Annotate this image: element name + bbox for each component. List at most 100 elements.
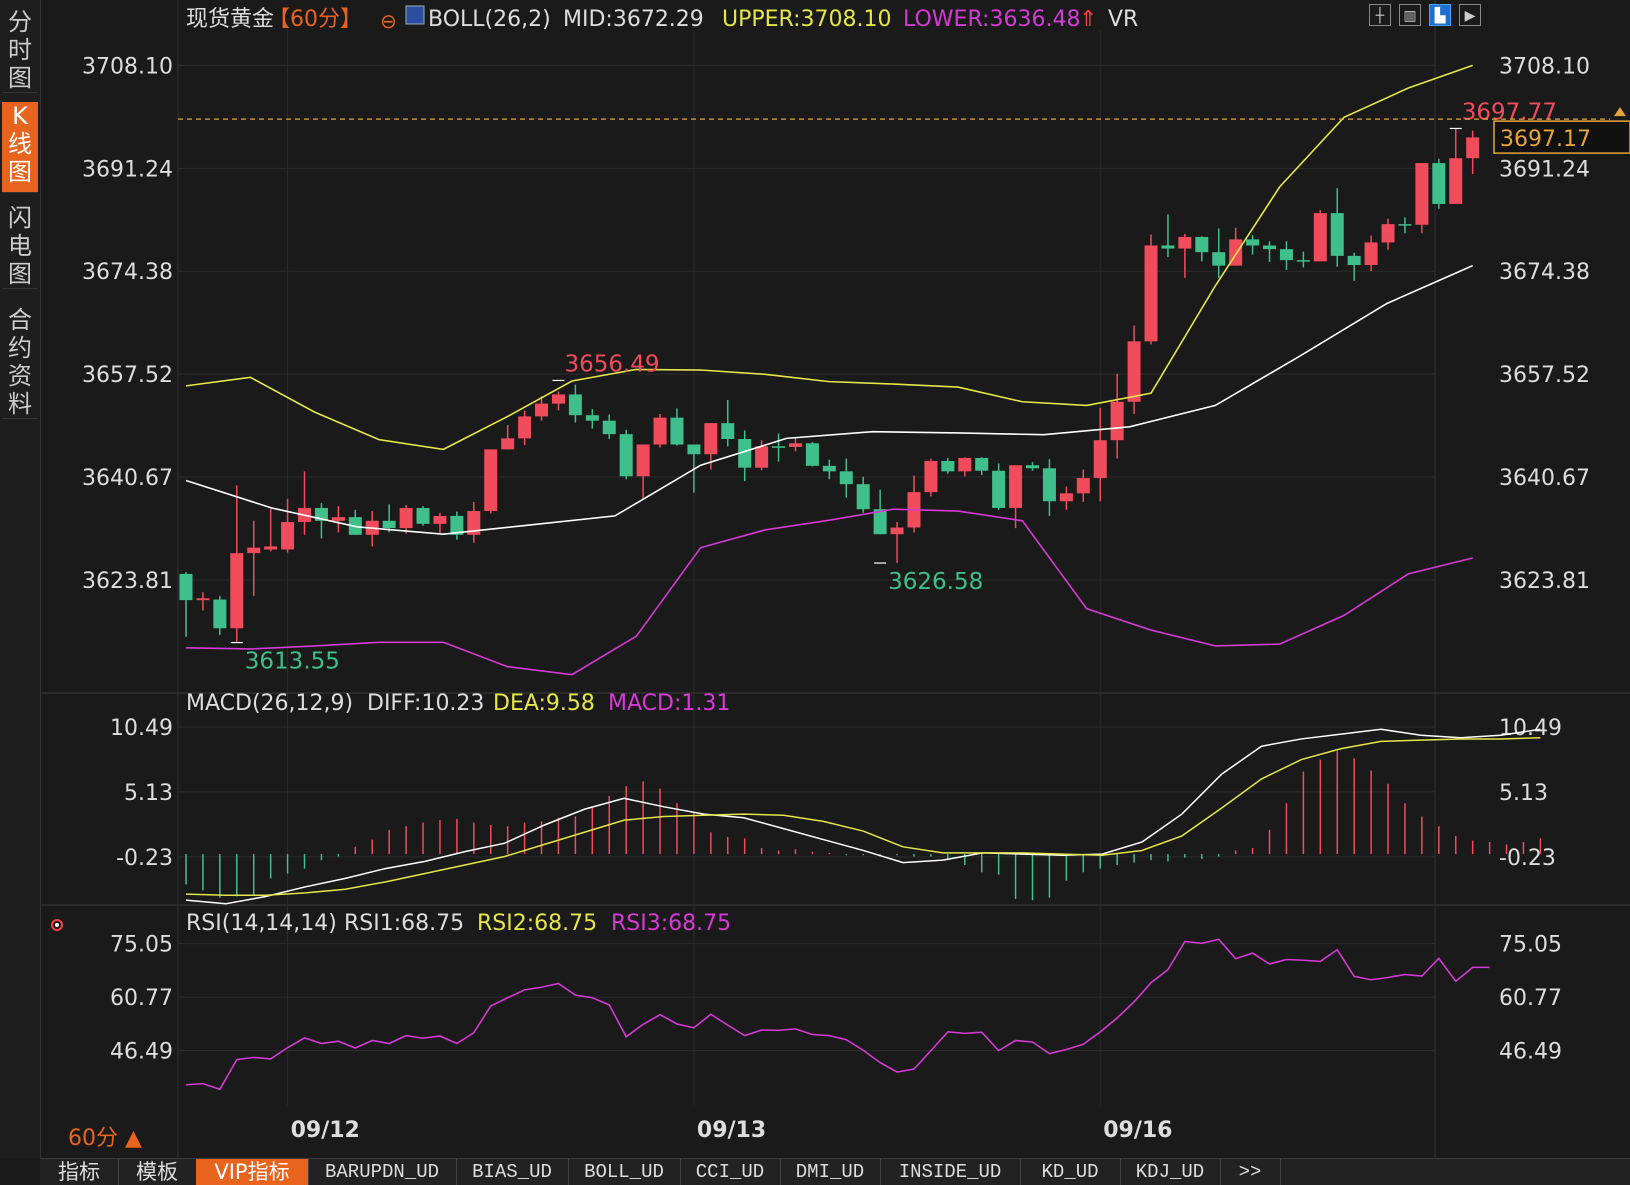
- price-arrow-icon: [1614, 107, 1626, 117]
- candle-body: [1364, 242, 1378, 266]
- bottom-tab-bias-ud[interactable]: BIAS_UD: [456, 1159, 569, 1185]
- bottom-tab-barupdn-ud[interactable]: BARUPDN_UD: [308, 1159, 457, 1185]
- rsi-title: RSI(14,14,14): [186, 911, 337, 936]
- candle-body: [1398, 224, 1412, 226]
- bottom-tab-cci-ud[interactable]: CCI_UD: [680, 1159, 781, 1185]
- bottom-tab-inside-ud[interactable]: INSIDE_UD: [880, 1159, 1021, 1185]
- bottom-tab-kd-ud[interactable]: KD_UD: [1020, 1159, 1121, 1185]
- macd-y-tick-right: -0.23: [1499, 846, 1556, 871]
- bottom-tab--[interactable]: >>: [1220, 1159, 1281, 1185]
- chart-type-icon[interactable]: ▙: [1429, 4, 1451, 26]
- status-indicator-dot: [55, 923, 59, 927]
- candle-body: [958, 457, 972, 472]
- kline-y-tick-right: 3674.38: [1499, 260, 1590, 285]
- candle-body: [535, 403, 549, 417]
- candle-body: [1347, 255, 1361, 266]
- candle-body: [179, 573, 193, 601]
- kline-y-tick-left: 3708.10: [82, 54, 173, 79]
- candle-body: [196, 598, 210, 601]
- next-icon[interactable]: ▶: [1459, 4, 1481, 26]
- boll-title: BOLL(26,2): [428, 7, 551, 32]
- candle-body: [1432, 163, 1446, 204]
- sidebar-tab-timeshare[interactable]: 分时图: [2, 8, 38, 93]
- candle-body: [1296, 260, 1310, 262]
- candle-body: [805, 443, 819, 466]
- last-price-value: 3697.17: [1500, 127, 1591, 152]
- candle-body: [230, 553, 244, 629]
- candle-body: [416, 507, 430, 524]
- price-annotation: 3656.49: [564, 351, 659, 377]
- vr-label: VR: [1108, 7, 1138, 32]
- candle-body: [975, 457, 989, 471]
- candle-body: [213, 599, 227, 629]
- candle-body: [1059, 493, 1073, 502]
- boll-lower-value: LOWER:3636.48: [903, 7, 1080, 32]
- candle-body: [1212, 252, 1226, 266]
- bottom-tab-boll-ud[interactable]: BOLL_UD: [568, 1159, 681, 1185]
- x-tick-label: 09/16: [1103, 1118, 1172, 1143]
- kline-y-tick-left: 3640.67: [82, 466, 173, 491]
- candle-body: [721, 423, 735, 439]
- candle-body: [772, 446, 786, 448]
- candle-body: [264, 546, 278, 550]
- candle-body: [670, 417, 684, 445]
- kline-y-tick-left: 3623.81: [82, 569, 173, 594]
- chart-canvas[interactable]: 09/12 09/13 09/16 3708.10 3708.10 3691.24 3691…: [0, 0, 1630, 1158]
- boll-upper-value: UPPER:3708.10: [722, 7, 892, 32]
- candle-body: [1195, 236, 1209, 253]
- candle-body: [1042, 468, 1056, 502]
- candle-body: [1127, 341, 1141, 402]
- candle-body: [585, 415, 599, 421]
- candle-body: [704, 423, 718, 455]
- candle-body: [551, 394, 565, 404]
- candle-body: [839, 471, 853, 485]
- boll-mid-line: [185, 264, 1474, 536]
- sidebar-tab-flash[interactable]: 闪电图: [2, 204, 38, 289]
- chart-layout-icon[interactable]: ▥: [1399, 4, 1421, 26]
- candle-body: [924, 460, 938, 493]
- boll-mid-value: MID:3672.29: [563, 7, 704, 32]
- candle-body: [1381, 224, 1395, 243]
- bottom-tab-指标[interactable]: 指标: [40, 1159, 119, 1185]
- kline-y-tick-right: 3640.67: [1499, 466, 1590, 491]
- candle-body: [1026, 465, 1039, 469]
- crosshair-icon[interactable]: ┼: [1369, 4, 1391, 26]
- kline-y-tick-left: 3674.38: [82, 260, 173, 285]
- price-annotation: 3626.58: [888, 569, 983, 595]
- rsi-line: [185, 938, 1490, 1091]
- settings-icon: ⊖: [380, 9, 397, 33]
- candle-body: [1246, 239, 1260, 246]
- symbol-title: 现货黄金: [186, 7, 274, 32]
- candle-body: [1263, 245, 1277, 250]
- candle-body: [1009, 465, 1023, 508]
- bottom-tab-kdj-ud[interactable]: KDJ_UD: [1120, 1159, 1221, 1185]
- period-label[interactable]: 60分 ▲: [68, 1120, 142, 1152]
- candle-body: [484, 449, 498, 512]
- candle-body: [433, 515, 447, 524]
- kline-y-tick-left: 3657.52: [82, 363, 173, 388]
- x-tick-label: 09/13: [697, 1118, 766, 1143]
- candle-body: [1330, 213, 1344, 256]
- candle-body: [1161, 245, 1175, 249]
- sidebar-tab-kline[interactable]: K线图: [2, 102, 38, 193]
- rsi-y-tick-right: 75.05: [1499, 933, 1562, 958]
- bottom-tab-模板[interactable]: 模板: [118, 1159, 197, 1185]
- rsi1-value: RSI1:68.75: [344, 911, 464, 936]
- kline-y-tick-right: 3691.24: [1499, 157, 1590, 182]
- candle-body: [856, 484, 870, 510]
- candle-body: [992, 470, 1006, 508]
- bottom-tab-dmi-ud[interactable]: DMI_UD: [780, 1159, 881, 1185]
- candle-body: [331, 517, 345, 521]
- candle-body: [788, 443, 802, 447]
- macd-dea-value: DEA:9.58: [493, 691, 595, 716]
- candle-body: [1076, 478, 1090, 494]
- candle-body: [1110, 401, 1124, 441]
- candle-body: [1466, 137, 1480, 159]
- sidebar-tab-contract-info[interactable]: 合约资料: [2, 306, 38, 419]
- candle-body: [568, 394, 582, 416]
- candle-body: [247, 547, 261, 554]
- candle-body: [382, 520, 396, 529]
- candle-body: [687, 444, 701, 455]
- bottom-tab-vip指标[interactable]: VIP指标: [196, 1159, 309, 1185]
- boll-upper-line: [185, 64, 1473, 451]
